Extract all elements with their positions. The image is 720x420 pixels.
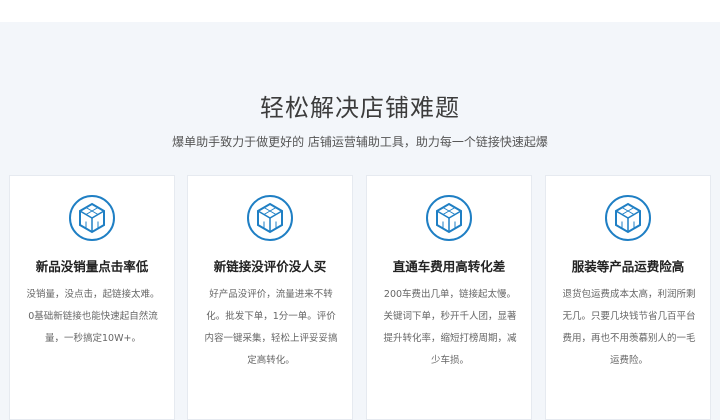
card-description: 退货包运费成本太高，利润所剩无几。只要几块钱节省几百平台费用，再也不用羡慕别人的… [562,289,696,366]
section-title: 轻松解决店铺难题 [260,94,460,122]
card-title: 服装等产品运费险高 [571,259,685,274]
feature-card-new-link: 新链接没评价没人买 好产品没评价，流量进来不转化。批发下单，1分一单。评价内容一… [187,175,353,420]
section-subtitle: 爆单助手致力于做更好的 店铺运营辅助工具，助力每一个链接快速起爆 [172,135,548,149]
feature-card-ads-cost: 直通车费用高转化差 200车费出几单，链接起太慢。关键词下单，秒开千人团，显著提… [366,175,532,420]
cube-icon [605,195,651,241]
card-description: 没销量，没点击，起链接太难。0基础新链接也能快速起自然流量，一秒搞定10W+。 [26,289,160,344]
top-banner-strip [0,0,720,22]
feature-card-new-product: 新品没销量点击率低 没销量，没点击，起链接太难。0基础新链接也能快速起自然流量，… [9,175,175,420]
feature-card-shipping-insurance: 服装等产品运费险高 退货包运费成本太高，利润所剩无几。只要几块钱节省几百平台费用… [545,175,711,420]
card-description: 好产品没评价，流量进来不转化。批发下单，1分一单。评价内容一键采集，轻松上评妥妥… [204,289,338,366]
card-title: 新品没销量点击率低 [35,259,149,274]
card-title: 新链接没评价没人买 [213,259,327,274]
cube-icon [247,195,293,241]
cube-icon [426,195,472,241]
feature-cards: 新品没销量点击率低 没销量，没点击，起链接太难。0基础新链接也能快速起自然流量，… [9,175,711,420]
card-title: 直通车费用高转化差 [392,259,506,274]
cube-icon [69,195,115,241]
card-description: 200车费出几单，链接起太慢。关键词下单，秒开千人团，显著提升转化率，缩短打榜周… [383,289,517,366]
